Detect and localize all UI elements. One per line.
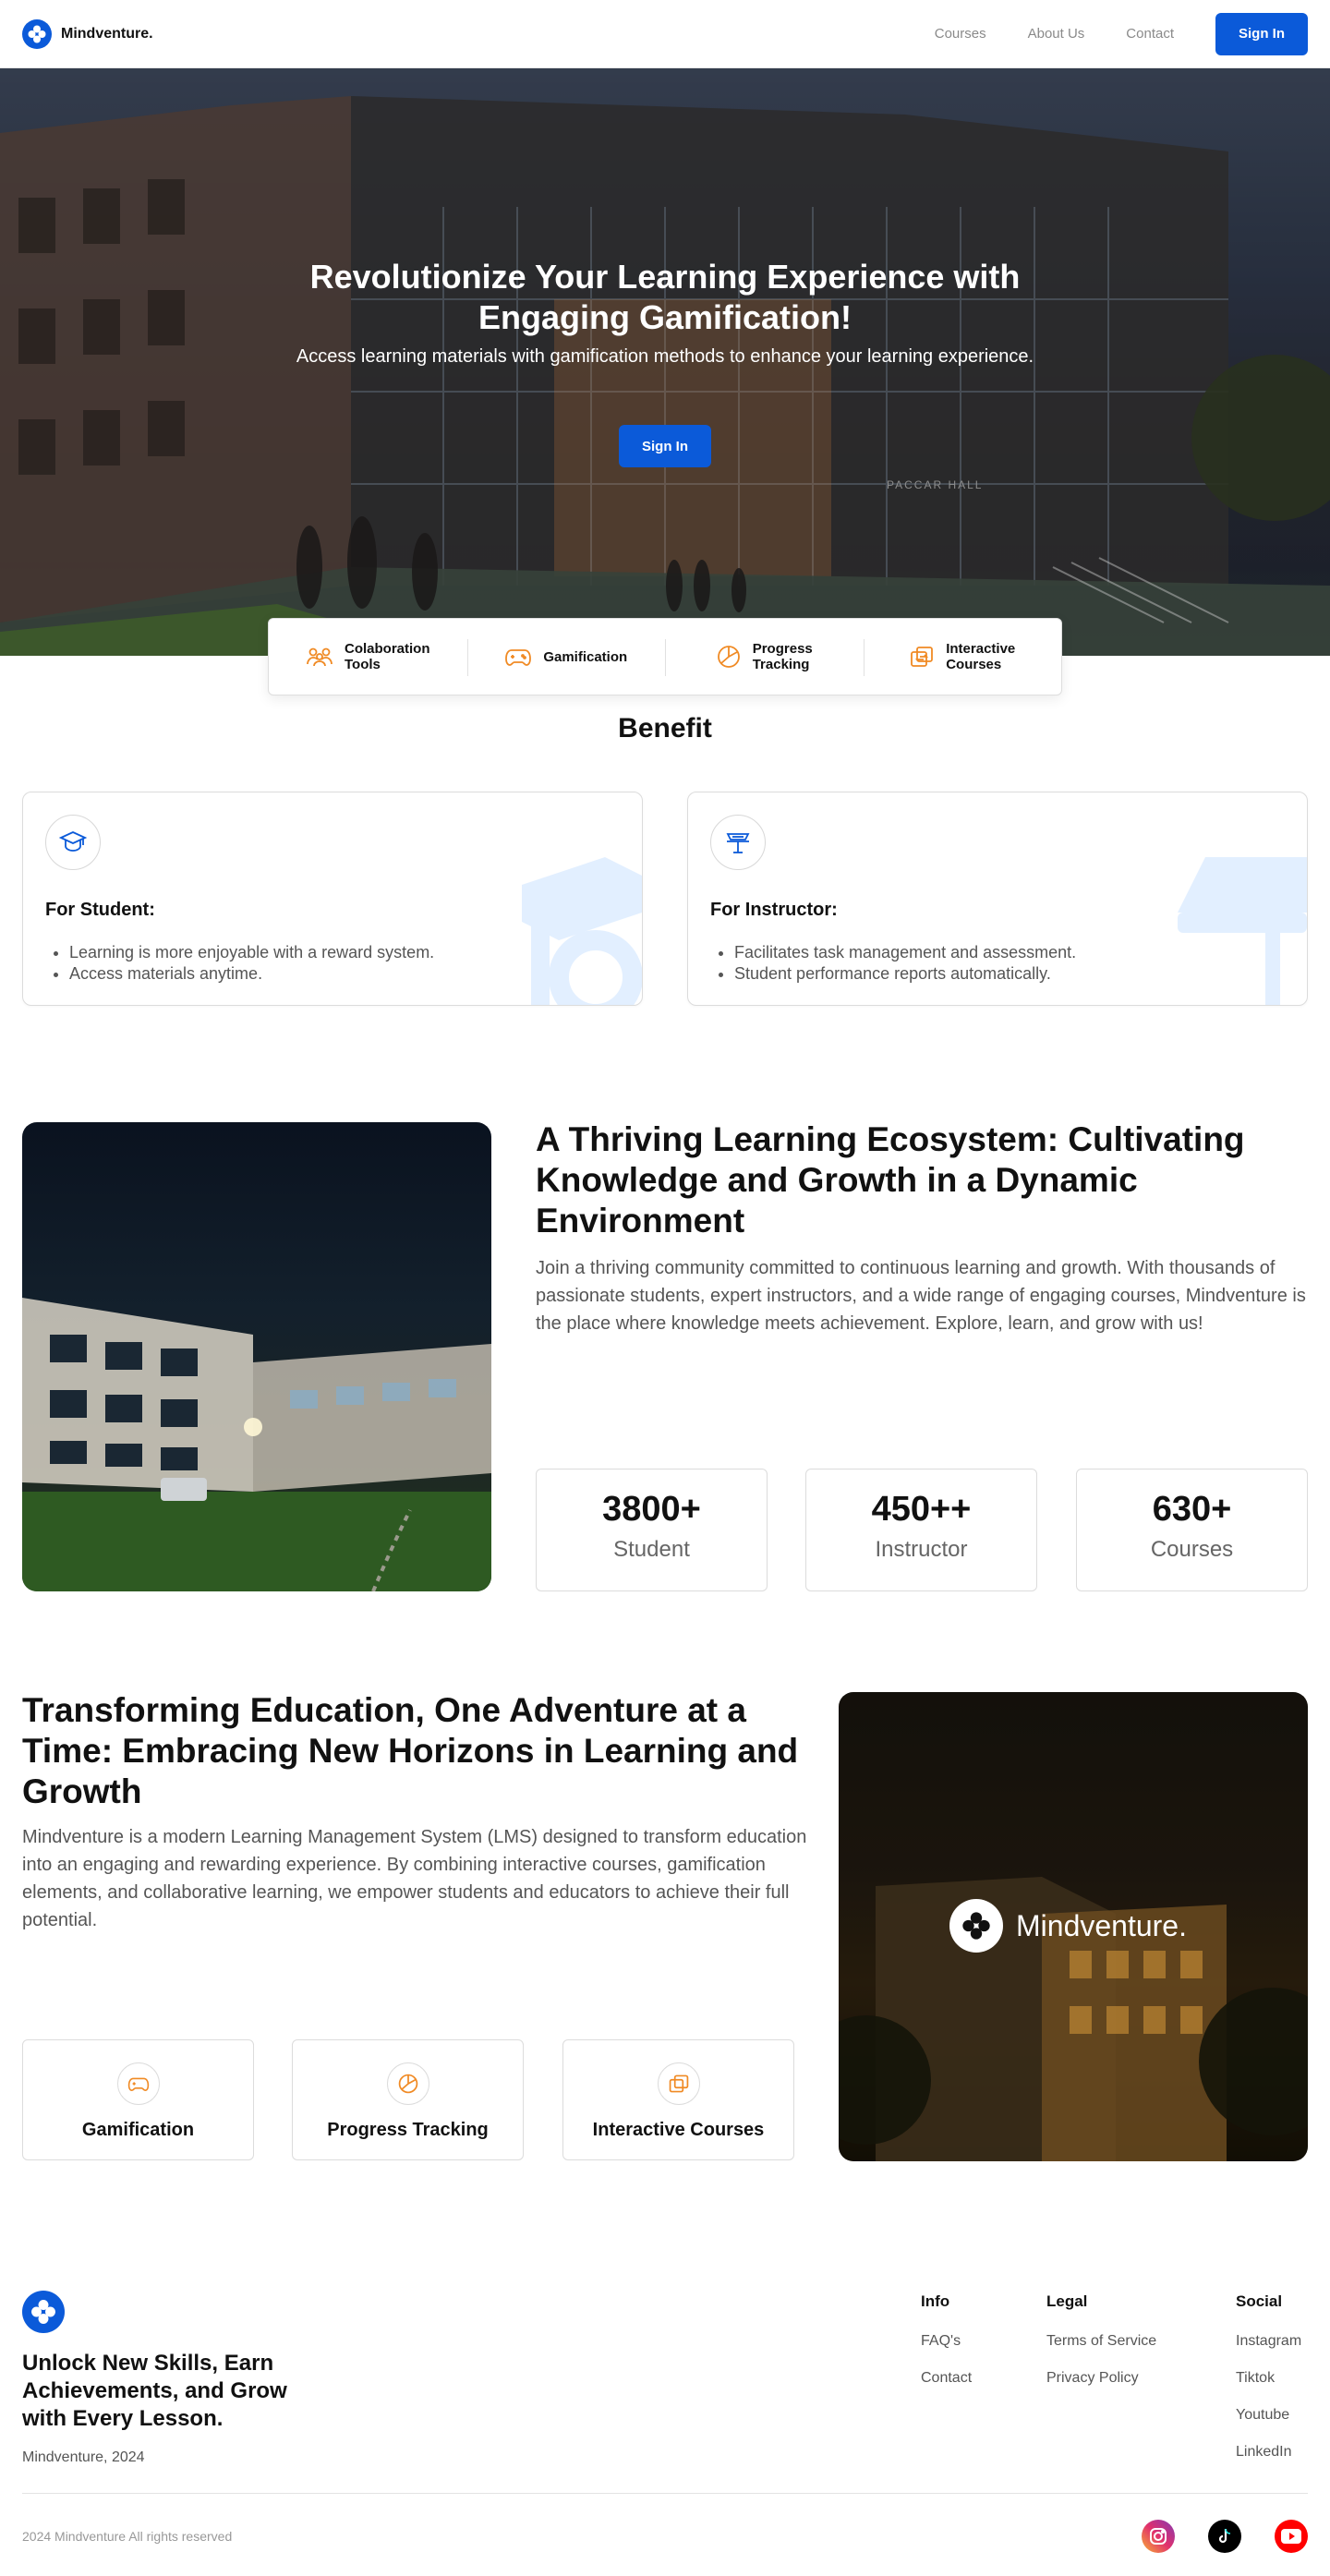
- feature-interactive[interactable]: Interactive Courses: [863, 619, 1062, 695]
- stat-card-instructors: 450++ Instructor: [805, 1469, 1037, 1591]
- benefit-card-student: For Student: Learning is more enjoyable …: [22, 792, 643, 1006]
- logo-icon: [22, 18, 52, 49]
- transform-text: Mindventure is a modern Learning Managem…: [22, 1827, 807, 1930]
- instructor-icon-circle: [710, 815, 766, 870]
- stat-value: 450++: [871, 1490, 972, 1529]
- brand-name: Mindventure.: [61, 25, 153, 42]
- transform-title: Transforming Education, One Adventure at…: [22, 1691, 799, 1810]
- feature-label: Gamification: [543, 648, 628, 665]
- repeat-icon: [911, 647, 934, 667]
- building-sign: PACCAR HALL: [887, 478, 983, 491]
- hero-section: PACCAR HALL Revolutionize Your Learning …: [0, 68, 1330, 656]
- benefit-heading: For Student:: [45, 900, 155, 920]
- benefit-list: Facilitates task management and assessme…: [734, 942, 1076, 985]
- footer-rights: 2024 Mindventure All rights reserved: [22, 2529, 233, 2544]
- footer-tagline: Unlock New Skills, Earn Achievements, an…: [22, 2351, 287, 2431]
- footer-link-tiktok[interactable]: Tiktok: [1236, 2370, 1301, 2387]
- footer-col-info: Info FAQ's Contact: [921, 2292, 972, 2407]
- footer-link-terms[interactable]: Terms of Service: [1046, 2333, 1156, 2350]
- footer-link-instagram[interactable]: Instagram: [1236, 2333, 1301, 2350]
- footer-col-title: Legal: [1046, 2292, 1088, 2310]
- hero-subtitle: Access learning materials with gamificat…: [296, 346, 1034, 367]
- feature-progress[interactable]: Progress Tracking: [665, 619, 864, 695]
- mini-card-progress[interactable]: Progress Tracking: [292, 2039, 524, 2160]
- benefit-list-item: Student performance reports automaticall…: [734, 963, 1076, 985]
- ecosystem-text: Join a thriving community committed to c…: [536, 1258, 1306, 1334]
- nav-links: Courses About Us Contact Sign In: [935, 12, 1308, 55]
- hero-title: Revolutionize Your Learning Experience w…: [309, 258, 1021, 336]
- benefit-heading: For Instructor:: [710, 900, 838, 920]
- footer-col-social: Social Instagram Tiktok Youtube LinkedIn: [1236, 2292, 1301, 2481]
- landing-page: Mindventure. Courses About Us Contact Si…: [0, 0, 1330, 2576]
- brand[interactable]: Mindventure.: [22, 18, 153, 49]
- repeat-icon: [669, 2074, 688, 2093]
- footer-col-title: Social: [1236, 2292, 1283, 2310]
- feature-collaboration[interactable]: Colaboration Tools: [269, 619, 467, 695]
- youtube-icon[interactable]: [1275, 2520, 1308, 2553]
- top-navbar: Mindventure. Courses About Us Contact Si…: [0, 0, 1330, 68]
- footer-link-contact[interactable]: Contact: [921, 2370, 972, 2387]
- feature-label: Colaboration Tools: [345, 641, 430, 672]
- nav-link-about[interactable]: About Us: [1028, 26, 1085, 42]
- feature-label: Interactive Courses: [946, 641, 1016, 672]
- feature-gamification[interactable]: Gamification: [466, 619, 666, 695]
- stat-label: Instructor: [875, 1537, 968, 1562]
- footer-link-privacy[interactable]: Privacy Policy: [1046, 2370, 1156, 2387]
- lectern-watermark-icon: [1178, 857, 1307, 1005]
- tiktok-icon[interactable]: [1208, 2520, 1241, 2553]
- footer-col-legal: Legal Terms of Service Privacy Policy: [1046, 2292, 1156, 2407]
- feature-label: Progress Tracking: [752, 641, 813, 672]
- graduation-cap-icon: [59, 831, 87, 852]
- lectern-icon: [726, 833, 750, 853]
- mini-card-icon-circle: [657, 2062, 700, 2105]
- nav-link-contact[interactable]: Contact: [1126, 26, 1174, 42]
- pie-chart-icon: [717, 646, 740, 668]
- student-icon-circle: [45, 815, 101, 870]
- benefit-list: Learning is more enjoyable with a reward…: [69, 942, 434, 985]
- nav-link-courses[interactable]: Courses: [935, 26, 986, 42]
- mini-card-icon-circle: [386, 2062, 429, 2105]
- campus-night-image: [22, 1122, 491, 1591]
- brand-overlay-name: Mindventure.: [1016, 1908, 1187, 1942]
- stat-card-students: 3800+ Student: [536, 1469, 768, 1591]
- brand-campus-image: Mindventure.: [839, 1692, 1308, 2161]
- footer-col-title: Info: [921, 2292, 950, 2310]
- ecosystem-title: A Thriving Learning Ecosystem: Cultivati…: [536, 1120, 1245, 1240]
- stat-card-courses: 630+ Courses: [1076, 1469, 1308, 1591]
- mini-card-interactive[interactable]: Interactive Courses: [562, 2039, 794, 2160]
- feature-bar: Colaboration Tools Gamification Progress…: [268, 618, 1062, 695]
- gamepad-icon: [505, 649, 532, 666]
- graduation-cap-watermark-icon: [522, 857, 642, 1005]
- stat-label: Student: [613, 1537, 690, 1562]
- benefit-title: Benefit: [618, 713, 712, 744]
- mini-card-icon-circle: [116, 2062, 160, 2105]
- brand-overlay: Mindventure.: [949, 1899, 1187, 1953]
- footer-link-linkedin[interactable]: LinkedIn: [1236, 2444, 1301, 2461]
- gamepad-icon: [127, 2077, 149, 2092]
- stat-value: 3800+: [602, 1490, 701, 1529]
- mini-card-label: Progress Tracking: [327, 2120, 489, 2140]
- mini-card-label: Gamification: [81, 2120, 195, 2140]
- benefit-list-item: Facilitates task management and assessme…: [734, 942, 1076, 963]
- logo-icon: [949, 1899, 1003, 1953]
- benefit-list-item: Access materials anytime.: [69, 963, 434, 985]
- collaboration-icon: [307, 647, 332, 667]
- campus-night-illustration: [22, 1298, 491, 1591]
- stat-label: Courses: [1150, 1537, 1234, 1562]
- benefit-card-instructor: For Instructor: Facilitates task managem…: [687, 792, 1308, 1006]
- mini-card-label: Interactive Courses: [592, 2120, 765, 2140]
- instagram-icon[interactable]: [1142, 2520, 1175, 2553]
- hero-signin-button[interactable]: Sign In: [619, 425, 711, 467]
- footer-link-faqs[interactable]: FAQ's: [921, 2333, 972, 2350]
- pie-chart-icon: [398, 2074, 417, 2094]
- footer-divider: [22, 2493, 1308, 2494]
- stat-value: 630+: [1152, 1490, 1232, 1529]
- mini-card-gamification[interactable]: Gamification: [22, 2039, 254, 2160]
- footer-logo-icon[interactable]: [22, 2291, 65, 2333]
- footer-copyright-line: Mindventure, 2024: [22, 2449, 145, 2465]
- footer-link-youtube[interactable]: Youtube: [1236, 2407, 1301, 2424]
- benefit-list-item: Learning is more enjoyable with a reward…: [69, 942, 434, 963]
- nav-signin-button[interactable]: Sign In: [1215, 12, 1308, 55]
